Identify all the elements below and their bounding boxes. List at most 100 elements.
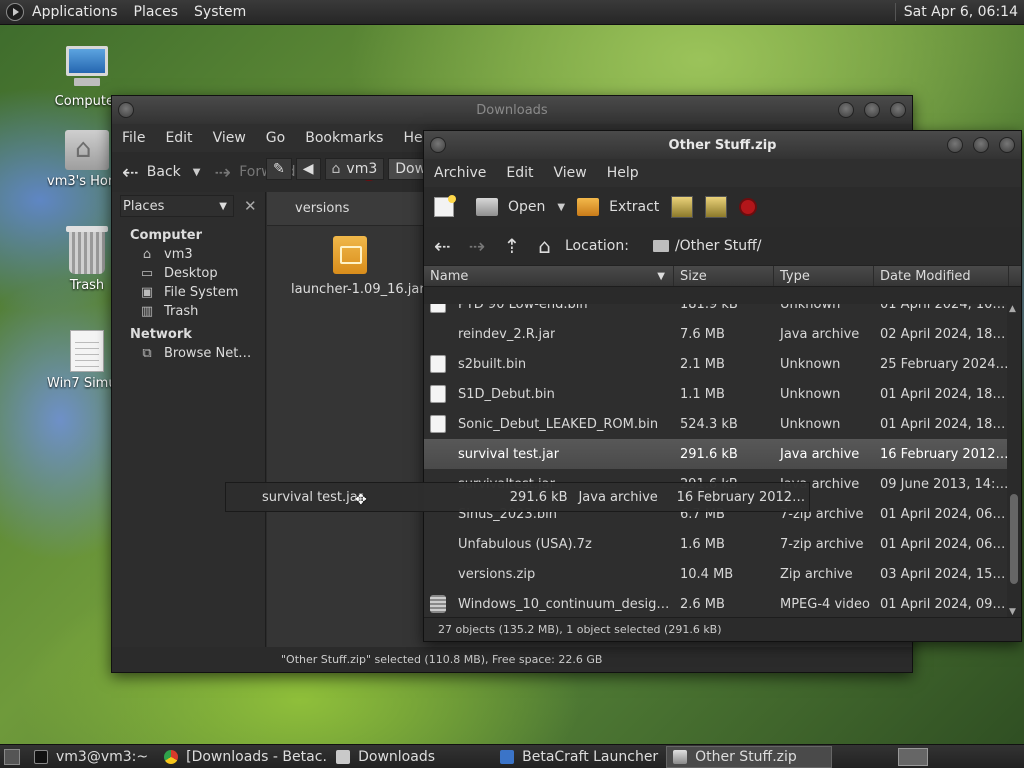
panel-separator bbox=[894, 3, 896, 21]
forward-arrow-icon[interactable]: ⇢ bbox=[469, 234, 486, 258]
edit-path-button[interactable]: ✎ bbox=[266, 158, 292, 180]
sidebar-item-filesystem[interactable]: ▣ File System bbox=[112, 281, 265, 300]
video-file-icon bbox=[430, 595, 446, 613]
taskbar-item-betacraft[interactable]: BetaCraft Launcher … bbox=[494, 746, 662, 768]
sidebar: Places ▼ ✕ Computer ⌂ vm3 ▭ Desktop ▣ Fi… bbox=[112, 192, 266, 647]
taskbar-item-chrome[interactable]: [Downloads - Betac… bbox=[158, 746, 326, 768]
cell-name: Windows_10_continuum_design… bbox=[424, 595, 674, 613]
jar-file-icon bbox=[430, 325, 446, 343]
jar-file-icon[interactable] bbox=[333, 236, 367, 274]
betacraft-icon bbox=[500, 749, 515, 764]
maximize-button[interactable] bbox=[973, 137, 989, 153]
scroll-down-icon[interactable]: ▼ bbox=[1009, 607, 1016, 617]
sidebar-item-vm3[interactable]: ⌂ vm3 bbox=[112, 243, 265, 262]
table-row[interactable]: s2built.bin 2.1 MB Unknown 25 February 2024… bbox=[424, 349, 1009, 379]
column-date-modified[interactable]: Date Modified bbox=[874, 266, 1009, 286]
window-titlebar[interactable]: Downloads bbox=[112, 96, 912, 124]
new-archive-button[interactable] bbox=[434, 195, 464, 217]
taskbar-item-archive[interactable]: Other Stuff.zip bbox=[666, 745, 833, 768]
cell-name: S1D_Debut.bin bbox=[424, 385, 674, 403]
crumb-vm3[interactable]: ⌂ vm3 bbox=[324, 158, 385, 180]
menu-places[interactable]: Places bbox=[134, 4, 179, 20]
cell-type: Java archive bbox=[780, 446, 860, 462]
chevron-down-icon[interactable]: ▼ bbox=[557, 202, 565, 213]
maximize-button[interactable] bbox=[864, 102, 880, 118]
minimize-button[interactable] bbox=[947, 137, 963, 153]
extract-button[interactable]: Extract bbox=[577, 198, 659, 216]
minimize-button[interactable] bbox=[838, 102, 854, 118]
table-row[interactable]: PTD 90 Low-end.bin 181.9 kB Unknown 01 Apri… bbox=[424, 304, 1009, 319]
cell-name: reindev_2.R.jar bbox=[424, 325, 674, 343]
cell-date: 01 April 2024, 18:05 bbox=[880, 416, 1009, 432]
main-menu-logo-icon[interactable] bbox=[6, 3, 24, 21]
column-name[interactable]: Name ▼ bbox=[424, 266, 674, 286]
cell-date: 01 April 2024, 06:35 bbox=[880, 506, 1009, 522]
close-button[interactable] bbox=[999, 137, 1015, 153]
table-row[interactable]: versions.zip 10.4 MB Zip archive 03 April 2… bbox=[424, 559, 1009, 589]
close-button[interactable] bbox=[890, 102, 906, 118]
sidebar-item-trash[interactable]: ▥ Trash bbox=[112, 300, 265, 319]
menu-view[interactable]: View bbox=[203, 130, 256, 146]
cell-date: 01 April 2024, 10:36 bbox=[880, 304, 1009, 312]
back-label: Back bbox=[146, 164, 181, 180]
menu-system[interactable]: System bbox=[194, 4, 246, 20]
menu-archive[interactable]: Archive bbox=[424, 165, 496, 181]
path-left-button[interactable]: ◀ bbox=[295, 158, 321, 180]
clock[interactable]: Sat Apr 6, 06:14 bbox=[904, 4, 1018, 20]
scrollbar-thumb[interactable] bbox=[1010, 494, 1018, 584]
sidebar-item-desktop[interactable]: ▭ Desktop bbox=[112, 262, 265, 281]
window-titlebar[interactable]: Other Stuff.zip bbox=[424, 131, 1021, 159]
table-row[interactable]: Windows_10_continuum_design… 2.6 MB MPEG-4… bbox=[424, 589, 1009, 617]
cell-name: PTD 90 Low-end.bin bbox=[424, 304, 674, 313]
trash-icon: ▥ bbox=[140, 303, 154, 319]
table-row[interactable]: S1D_Debut.bin 1.1 MB Unknown 01 April 2024,… bbox=[424, 379, 1009, 409]
cell-date: 01 April 2024, 06:43 bbox=[880, 536, 1009, 552]
bottom-panel: vm3@vm3:~ [Downloads - Betac… Downloads … bbox=[0, 744, 1024, 768]
stop-button[interactable] bbox=[739, 198, 758, 216]
archive-icon bbox=[673, 749, 688, 764]
chevron-down-icon[interactable]: ▼ bbox=[193, 167, 201, 178]
vertical-scrollbar[interactable]: ▲ ▼ bbox=[1007, 304, 1021, 617]
menu-view[interactable]: View bbox=[544, 165, 597, 181]
tab-label: versions bbox=[295, 201, 350, 216]
location-input[interactable]: /Other Stuff/ bbox=[675, 238, 762, 254]
table-row[interactable]: Unfabulous (USA).7z 1.6 MB 7-zip archive 01… bbox=[424, 529, 1009, 559]
menu-file[interactable]: File bbox=[112, 130, 155, 146]
menu-edit[interactable]: Edit bbox=[155, 130, 202, 146]
add-files-icon bbox=[671, 196, 694, 218]
table-row[interactable]: reindev_2.R.jar 7.6 MB Java archive 02 Apri… bbox=[424, 319, 1009, 349]
back-arrow-icon[interactable]: ⇠ bbox=[434, 234, 451, 258]
sidebar-item-browse-network[interactable]: ⧉ Browse Net… bbox=[112, 342, 265, 361]
file-name: Windows_10_continuum_design… bbox=[458, 596, 674, 612]
window-menu-button[interactable] bbox=[118, 102, 134, 118]
menu-go[interactable]: Go bbox=[256, 130, 295, 146]
menu-edit[interactable]: Edit bbox=[496, 165, 543, 181]
bin-file-icon bbox=[430, 355, 446, 373]
places-dropdown[interactable]: Places ▼ bbox=[120, 195, 234, 217]
menu-bookmarks[interactable]: Bookmarks bbox=[295, 130, 393, 146]
table-row[interactable]: survival test.jar 291.6 kB Java archive 16 … bbox=[424, 439, 1009, 469]
scroll-up-icon[interactable]: ▲ bbox=[1009, 304, 1016, 314]
cell-type: Unknown bbox=[780, 304, 841, 312]
column-size[interactable]: Size bbox=[674, 266, 774, 286]
add-folder-button[interactable] bbox=[705, 196, 728, 218]
table-row[interactable]: Sonic_Debut_LEAKED_ROM.bin 524.3 kB Unknow… bbox=[424, 409, 1009, 439]
back-button[interactable]: ⇠ Back ▼ bbox=[122, 160, 200, 184]
home-folder-icon bbox=[65, 130, 109, 170]
file-label[interactable]: launcher-1.09_16.jar bbox=[291, 282, 425, 297]
close-sidebar-icon[interactable]: ✕ bbox=[244, 197, 257, 215]
workspace-switcher[interactable] bbox=[898, 747, 928, 766]
menu-help[interactable]: Help bbox=[597, 165, 649, 181]
add-files-button[interactable] bbox=[671, 196, 694, 218]
taskbar-item-terminal[interactable]: vm3@vm3:~ bbox=[28, 746, 154, 768]
drag-date: 16 February 2012, 1… bbox=[676, 489, 809, 505]
column-type[interactable]: Type bbox=[774, 266, 874, 286]
home-icon[interactable]: ⌂ bbox=[538, 234, 551, 258]
window-menu-button[interactable] bbox=[430, 137, 446, 153]
menu-applications[interactable]: Applications bbox=[32, 4, 118, 20]
taskbar-item-downloads[interactable]: Downloads bbox=[330, 746, 490, 768]
open-button[interactable]: Open ▼ bbox=[476, 198, 565, 216]
show-desktop-button[interactable] bbox=[4, 748, 20, 765]
up-arrow-icon[interactable]: ⇡ bbox=[504, 234, 521, 258]
file-table: PTD 90 Low-end.bin 181.9 kB Unknown 01 Apri… bbox=[424, 304, 1009, 617]
